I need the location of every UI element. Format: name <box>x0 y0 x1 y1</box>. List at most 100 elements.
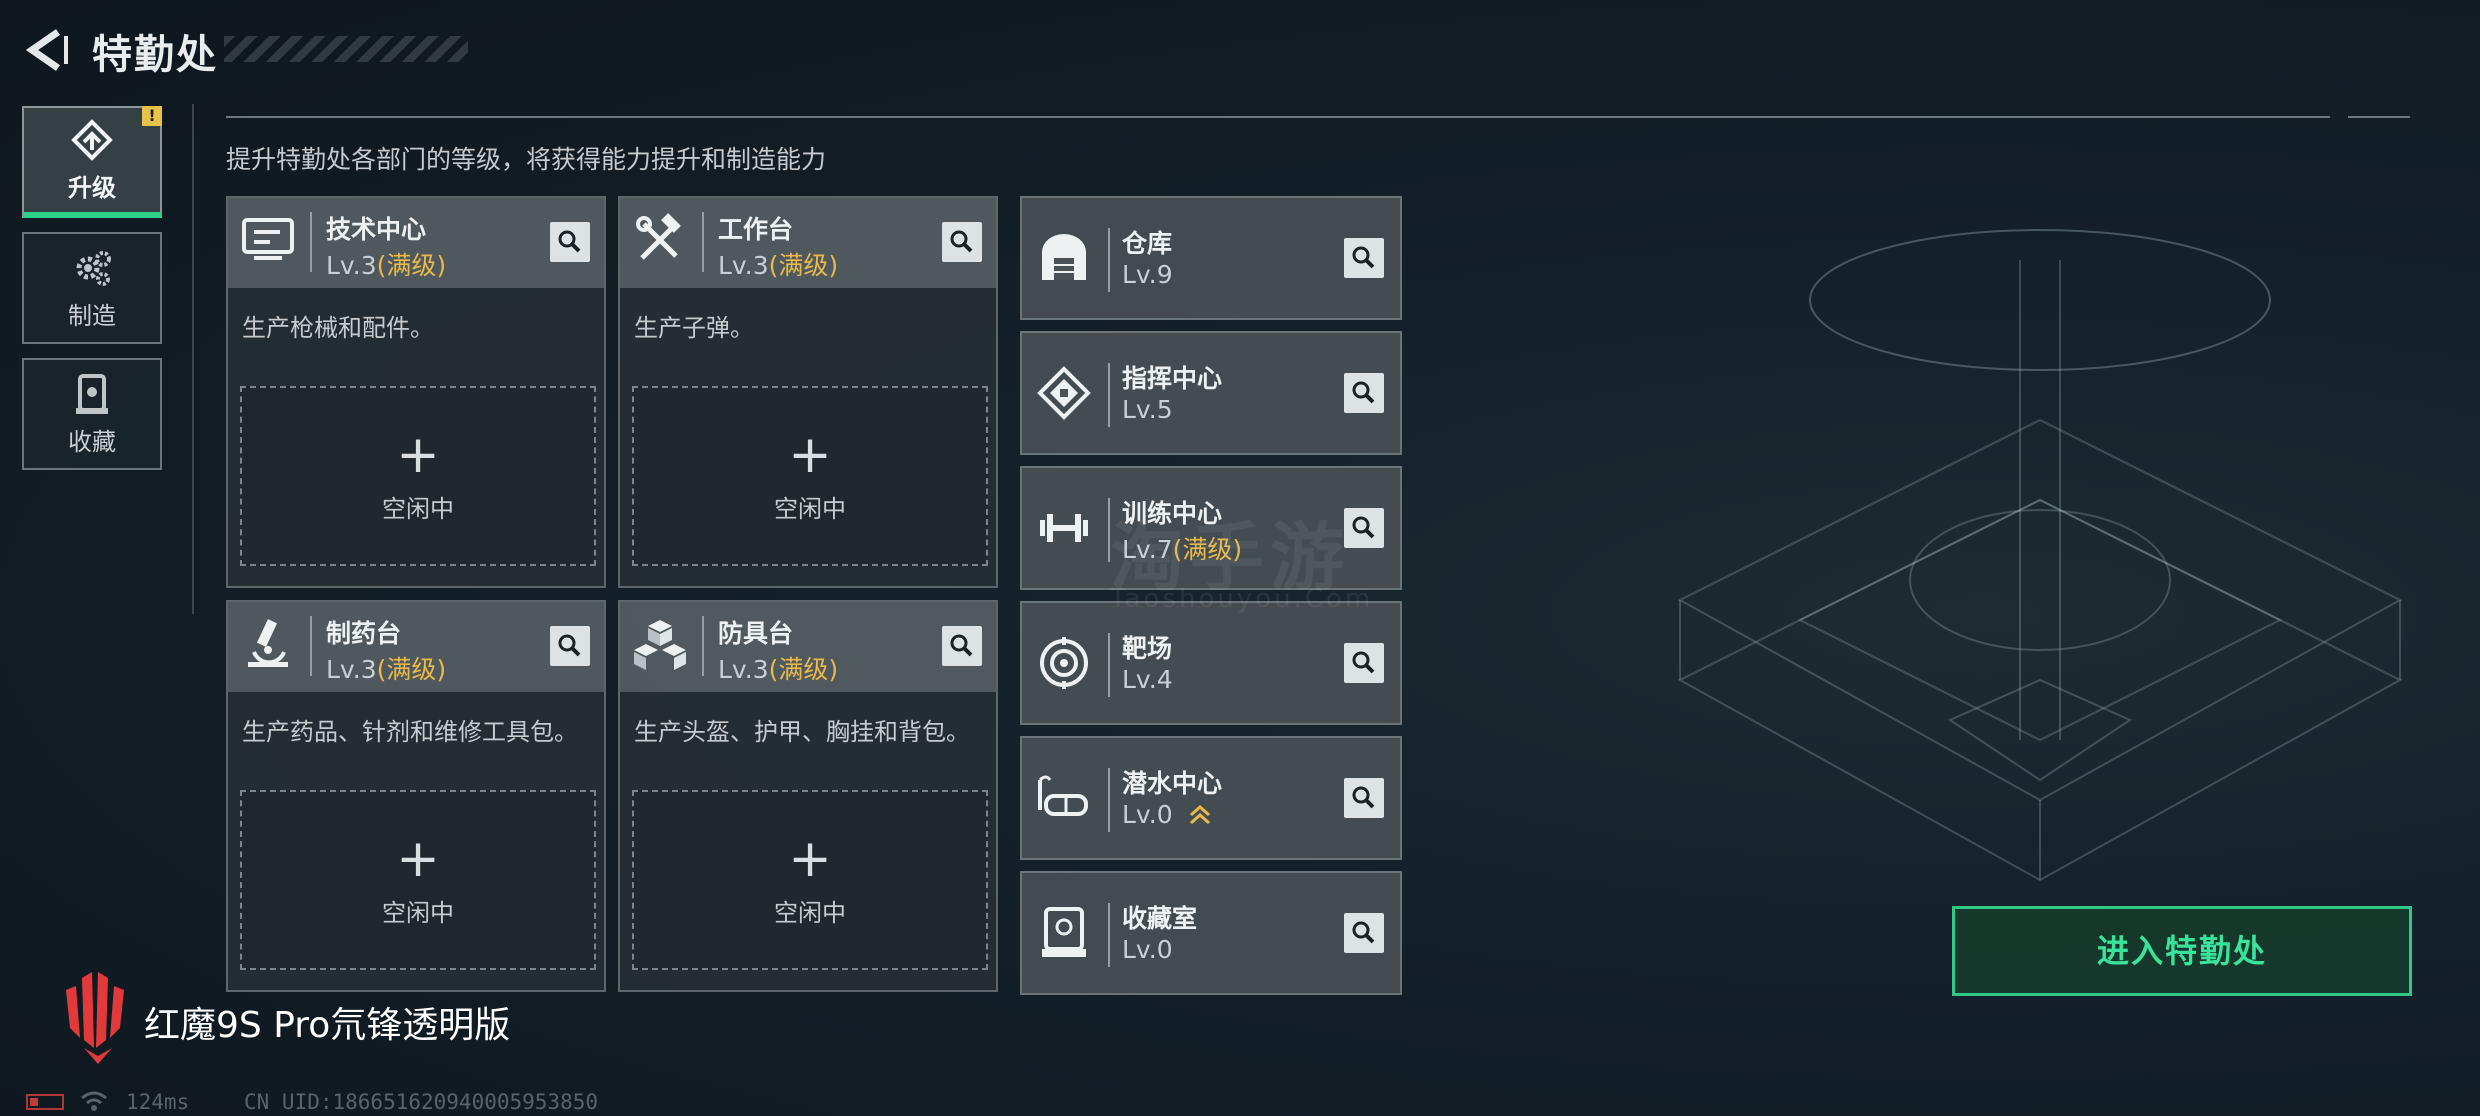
inspect-button[interactable] <box>1344 778 1384 818</box>
facility-row-shooting-range[interactable]: 靶场 Lv.4 <box>1020 601 1402 725</box>
workshop-description: 生产药品、针剂和维修工具包。 <box>242 718 578 746</box>
tab-upgrade[interactable]: 升级 <box>22 106 162 218</box>
warehouse-icon <box>1042 234 1086 280</box>
workshop-card-armor[interactable]: 防具台 Lv.3(满级) 生产头盔、护甲、胸挂和背包。 + 空闲中 <box>618 600 998 992</box>
monitor-icon <box>242 218 294 260</box>
base-wireframe-illustration <box>1677 229 2403 882</box>
facility-row-warehouse[interactable]: 仓库 Lv.9 <box>1020 196 1402 320</box>
search-icon <box>1352 921 1375 944</box>
inspect-button[interactable] <box>942 222 982 262</box>
row-separator <box>1108 633 1110 697</box>
level-value: Lv.9 <box>1122 260 1173 289</box>
facility-level: Lv.4 <box>1122 665 1173 694</box>
back-arrow-icon[interactable] <box>22 26 70 74</box>
chip-icon <box>1037 366 1091 420</box>
facility-row-collection-room[interactable]: 收藏室 Lv.0 <box>1020 871 1402 995</box>
collection-icon <box>76 373 108 414</box>
card-separator <box>702 212 704 272</box>
facility-level: Lv.9 <box>1122 260 1173 289</box>
inspect-button[interactable] <box>1344 508 1384 548</box>
workshop-card-tech-center[interactable]: 技术中心 Lv.3(满级) 生产枪械和配件。 + 空闲中 <box>226 196 606 588</box>
target-icon <box>1040 637 1088 689</box>
microscope-icon <box>248 619 288 667</box>
production-slot[interactable]: + 空闲中 <box>632 790 988 970</box>
facility-name: 潜水中心 <box>1122 769 1223 798</box>
production-slot[interactable]: + 空闲中 <box>632 386 988 566</box>
search-icon <box>1352 651 1375 674</box>
player-uid: CN UID:18665162094000595385​0 <box>244 1090 599 1114</box>
facility-row-diving-center[interactable]: 潜水中心 Lv.0 <box>1020 736 1402 860</box>
production-slot[interactable]: + 空闲中 <box>240 790 596 970</box>
workshop-level: Lv.3(满级) <box>718 650 838 686</box>
row-separator <box>1108 903 1110 967</box>
row-separator <box>1108 768 1110 832</box>
facility-name: 仓库 <box>1122 229 1173 258</box>
inspect-button[interactable] <box>1344 643 1384 683</box>
search-icon <box>950 230 973 253</box>
level-value: Lv.3 <box>718 655 769 684</box>
gears-icon <box>76 250 111 286</box>
max-level-tag: (满级) <box>768 251 839 280</box>
boxes-icon <box>634 620 686 670</box>
workshop-name: 制药台 <box>326 619 402 648</box>
workshop-level: Lv.3(满级) <box>326 650 446 686</box>
facility-name: 收藏室 <box>1122 904 1198 933</box>
workshop-name: 工作台 <box>718 215 794 244</box>
brand-logo-icon <box>66 972 124 1064</box>
tab-collection[interactable]: 收藏 <box>22 358 162 470</box>
max-level-tag: (满级) <box>768 655 839 684</box>
upgrade-available-icon <box>1189 804 1210 825</box>
watermark-url: Taoshouyou.Com <box>1110 584 1374 614</box>
facility-level: Lv.0 <box>1122 935 1173 964</box>
notification-badge: ! <box>142 106 162 126</box>
level-value: Lv.0 <box>1122 935 1173 964</box>
plus-icon: + <box>788 424 832 485</box>
device-brand-label: 红魔9S Pro氘锋透明版 <box>144 1005 511 1046</box>
level-value: Lv.3 <box>718 251 769 280</box>
page-subtitle: 提升特勤处各部门的等级，将获得能力提升和制造能力 <box>226 145 827 174</box>
production-slot[interactable]: + 空闲中 <box>240 386 596 566</box>
plus-icon: + <box>396 828 440 889</box>
workshop-level: Lv.3(满级) <box>718 246 838 282</box>
plus-icon: + <box>396 424 440 485</box>
level-value: Lv.5 <box>1122 395 1173 424</box>
dumbbell-icon <box>1040 514 1088 542</box>
search-icon <box>950 634 973 657</box>
search-icon <box>1352 381 1375 404</box>
level-value: Lv.4 <box>1122 665 1173 694</box>
tab-craft-label: 制造 <box>68 301 116 330</box>
facility-name: 靶场 <box>1122 634 1173 663</box>
max-level-tag: (满级) <box>376 655 447 684</box>
sidebar-divider <box>192 104 194 614</box>
facility-name: 指挥中心 <box>1122 364 1223 393</box>
row-separator <box>1108 363 1110 427</box>
slot-status: 空闲中 <box>774 494 846 523</box>
slot-status: 空闲中 <box>774 898 846 927</box>
inspect-button[interactable] <box>550 222 590 262</box>
tab-craft[interactable]: 制造 <box>22 232 162 344</box>
workshop-name: 技术中心 <box>326 215 427 244</box>
tab-collection-label: 收藏 <box>68 427 116 456</box>
page-title: 特勤处 <box>92 32 218 78</box>
inspect-button[interactable] <box>550 626 590 666</box>
inspect-button[interactable] <box>942 626 982 666</box>
workshop-description: 生产枪械和配件。 <box>242 314 434 342</box>
inspect-button[interactable] <box>1344 373 1384 413</box>
workshop-card-pharmacy[interactable]: 制药台 Lv.3(满级) 生产药品、针剂和维修工具包。 + 空闲中 <box>226 600 606 992</box>
inspect-button[interactable] <box>1344 238 1384 278</box>
facility-row-command-center[interactable]: 指挥中心 Lv.5 <box>1020 331 1402 455</box>
level-value: Lv.3 <box>326 251 377 280</box>
enter-special-ops-button[interactable]: 进入特勤处 <box>1952 906 2412 996</box>
plus-icon: + <box>788 828 832 889</box>
wifi-icon <box>81 1091 107 1111</box>
slot-status: 空闲中 <box>382 898 454 927</box>
battery-icon <box>26 1094 64 1110</box>
tab-upgrade-label: 升级 <box>68 173 116 202</box>
inspect-button[interactable] <box>1344 913 1384 953</box>
level-value: Lv.3 <box>326 655 377 684</box>
upgrade-icon <box>71 118 113 161</box>
workshop-level: Lv.3(满级) <box>326 246 446 282</box>
facility-level: Lv.5 <box>1122 395 1173 424</box>
workshop-card-workbench[interactable]: 工作台 Lv.3(满级) 生产子弹。 + 空闲中 <box>618 196 998 588</box>
card-separator <box>702 616 704 676</box>
